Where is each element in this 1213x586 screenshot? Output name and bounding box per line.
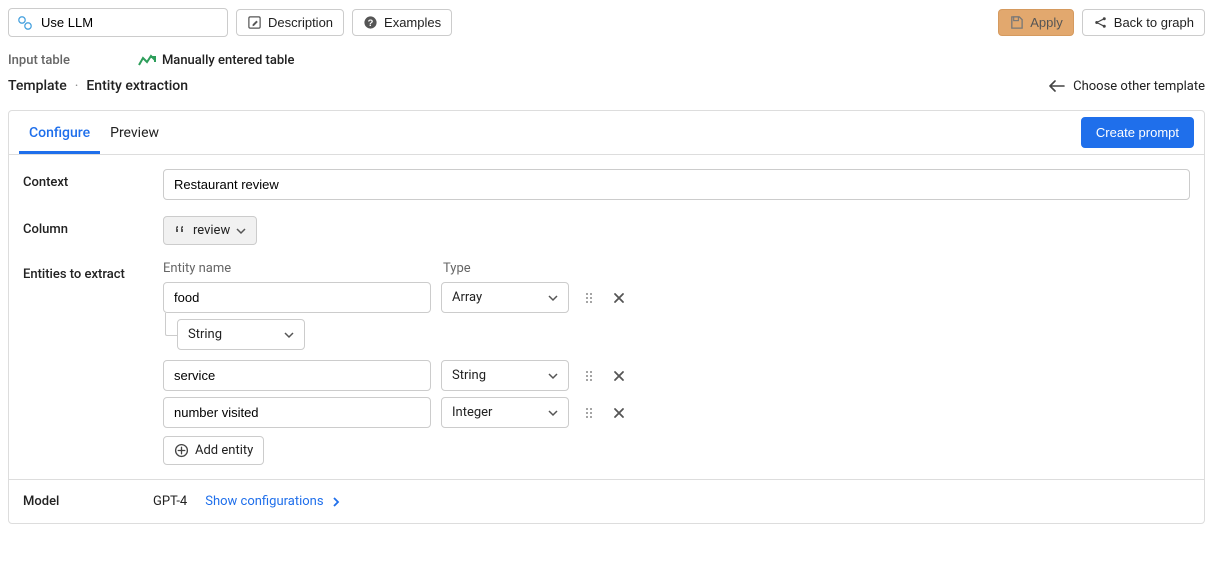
chevron-down-icon <box>548 408 558 418</box>
drag-handle-icon[interactable] <box>579 366 599 386</box>
node-title-input[interactable] <box>39 14 219 31</box>
column-value: review <box>193 223 230 238</box>
add-entity-label: Add entity <box>195 443 253 458</box>
top-right-actions: Apply Back to graph <box>998 9 1205 36</box>
breadcrumb-separator: · <box>75 78 79 94</box>
entity-type-select[interactable]: Integer <box>441 397 569 428</box>
breadcrumb-name: Entity extraction <box>86 78 188 94</box>
chevron-down-icon <box>284 330 294 340</box>
entity-type-value: Integer <box>452 405 492 420</box>
form-area: Context Column review <box>9 155 1204 480</box>
chevron-right-icon <box>332 497 340 507</box>
breadcrumb: Template · Entity extraction <box>8 78 188 94</box>
column-label: Column <box>23 216 153 237</box>
chevron-down-icon <box>548 293 558 303</box>
entity-row: Array <box>163 282 1190 313</box>
breadcrumb-template: Template <box>8 78 67 94</box>
plus-circle-icon <box>174 443 189 458</box>
entity-name-input[interactable] <box>163 282 431 313</box>
graph-icon <box>1093 15 1108 30</box>
drag-handle-icon[interactable] <box>579 288 599 308</box>
column-row: Column review <box>23 216 1190 245</box>
examples-button[interactable]: ? Examples <box>352 9 452 36</box>
choose-other-template[interactable]: Choose other template <box>1049 79 1205 94</box>
type-header: Type <box>443 261 571 276</box>
drag-handle-icon[interactable] <box>579 403 599 423</box>
entity-name-input[interactable] <box>163 360 431 391</box>
model-label: Model <box>23 494 153 509</box>
apply-button[interactable]: Apply <box>998 9 1074 36</box>
quote-icon <box>174 224 187 237</box>
edit-icon <box>247 15 262 30</box>
main-panel: Configure Preview Create prompt Context … <box>8 110 1205 524</box>
entity-type-value: Array <box>452 290 482 305</box>
choose-other-template-label: Choose other template <box>1073 79 1205 94</box>
context-label: Context <box>23 169 153 190</box>
tab-configure[interactable]: Configure <box>19 113 100 153</box>
back-label: Back to graph <box>1114 15 1194 30</box>
model-row: Model GPT-4 Show configurations <box>9 480 1204 523</box>
remove-entity-button[interactable] <box>609 366 629 386</box>
context-row: Context <box>23 169 1190 200</box>
entities-row: Entities to extract Entity name Type Arr… <box>23 261 1190 465</box>
chevron-down-icon <box>236 226 246 236</box>
entity-name-input[interactable] <box>163 397 431 428</box>
show-configurations-link[interactable]: Show configurations <box>205 494 339 509</box>
entity-subtype-value: String <box>188 327 222 342</box>
entity-column-headers: Entity name Type <box>163 261 1190 276</box>
node-title-input-wrapper[interactable] <box>8 8 228 37</box>
input-table-source[interactable]: Manually entered table <box>138 53 294 68</box>
tab-bar: Configure Preview Create prompt <box>9 111 1204 155</box>
model-name: GPT-4 <box>153 494 187 509</box>
input-table-source-label: Manually entered table <box>162 53 294 68</box>
arrow-left-icon <box>1049 80 1065 92</box>
input-table-label: Input table <box>8 53 70 68</box>
back-to-graph-button[interactable]: Back to graph <box>1082 9 1205 36</box>
add-entity-button[interactable]: Add entity <box>163 436 264 465</box>
entity-type-select[interactable]: String <box>441 360 569 391</box>
table-icon <box>138 54 156 68</box>
input-table-row: Input table Manually entered table <box>8 47 1205 78</box>
entity-subtype-select[interactable]: String <box>177 319 305 350</box>
help-icon: ? <box>363 15 378 30</box>
context-input[interactable] <box>163 169 1190 200</box>
description-label: Description <box>268 15 333 30</box>
create-prompt-button[interactable]: Create prompt <box>1081 117 1194 148</box>
llm-node-icon <box>17 15 33 31</box>
description-button[interactable]: Description <box>236 9 344 36</box>
apply-label: Apply <box>1030 15 1063 30</box>
remove-entity-button[interactable] <box>609 403 629 423</box>
column-select[interactable]: review <box>163 216 257 245</box>
examples-label: Examples <box>384 15 441 30</box>
top-bar: Description ? Examples Apply Back to gra… <box>8 8 1205 47</box>
remove-entity-button[interactable] <box>609 288 629 308</box>
entity-name-header: Entity name <box>163 261 431 276</box>
svg-text:?: ? <box>368 18 374 28</box>
template-breadcrumb-row: Template · Entity extraction Choose othe… <box>8 78 1205 110</box>
chevron-down-icon <box>548 371 558 381</box>
entity-type-select[interactable]: Array <box>441 282 569 313</box>
entity-type-value: String <box>452 368 486 383</box>
entity-row: String <box>163 360 1190 391</box>
tab-preview[interactable]: Preview <box>100 113 169 153</box>
entity-row: Integer <box>163 397 1190 428</box>
save-icon <box>1009 15 1024 30</box>
show-configurations-label: Show configurations <box>205 494 323 509</box>
entities-label: Entities to extract <box>23 261 153 282</box>
entity-subtype-row: String <box>177 319 1190 350</box>
